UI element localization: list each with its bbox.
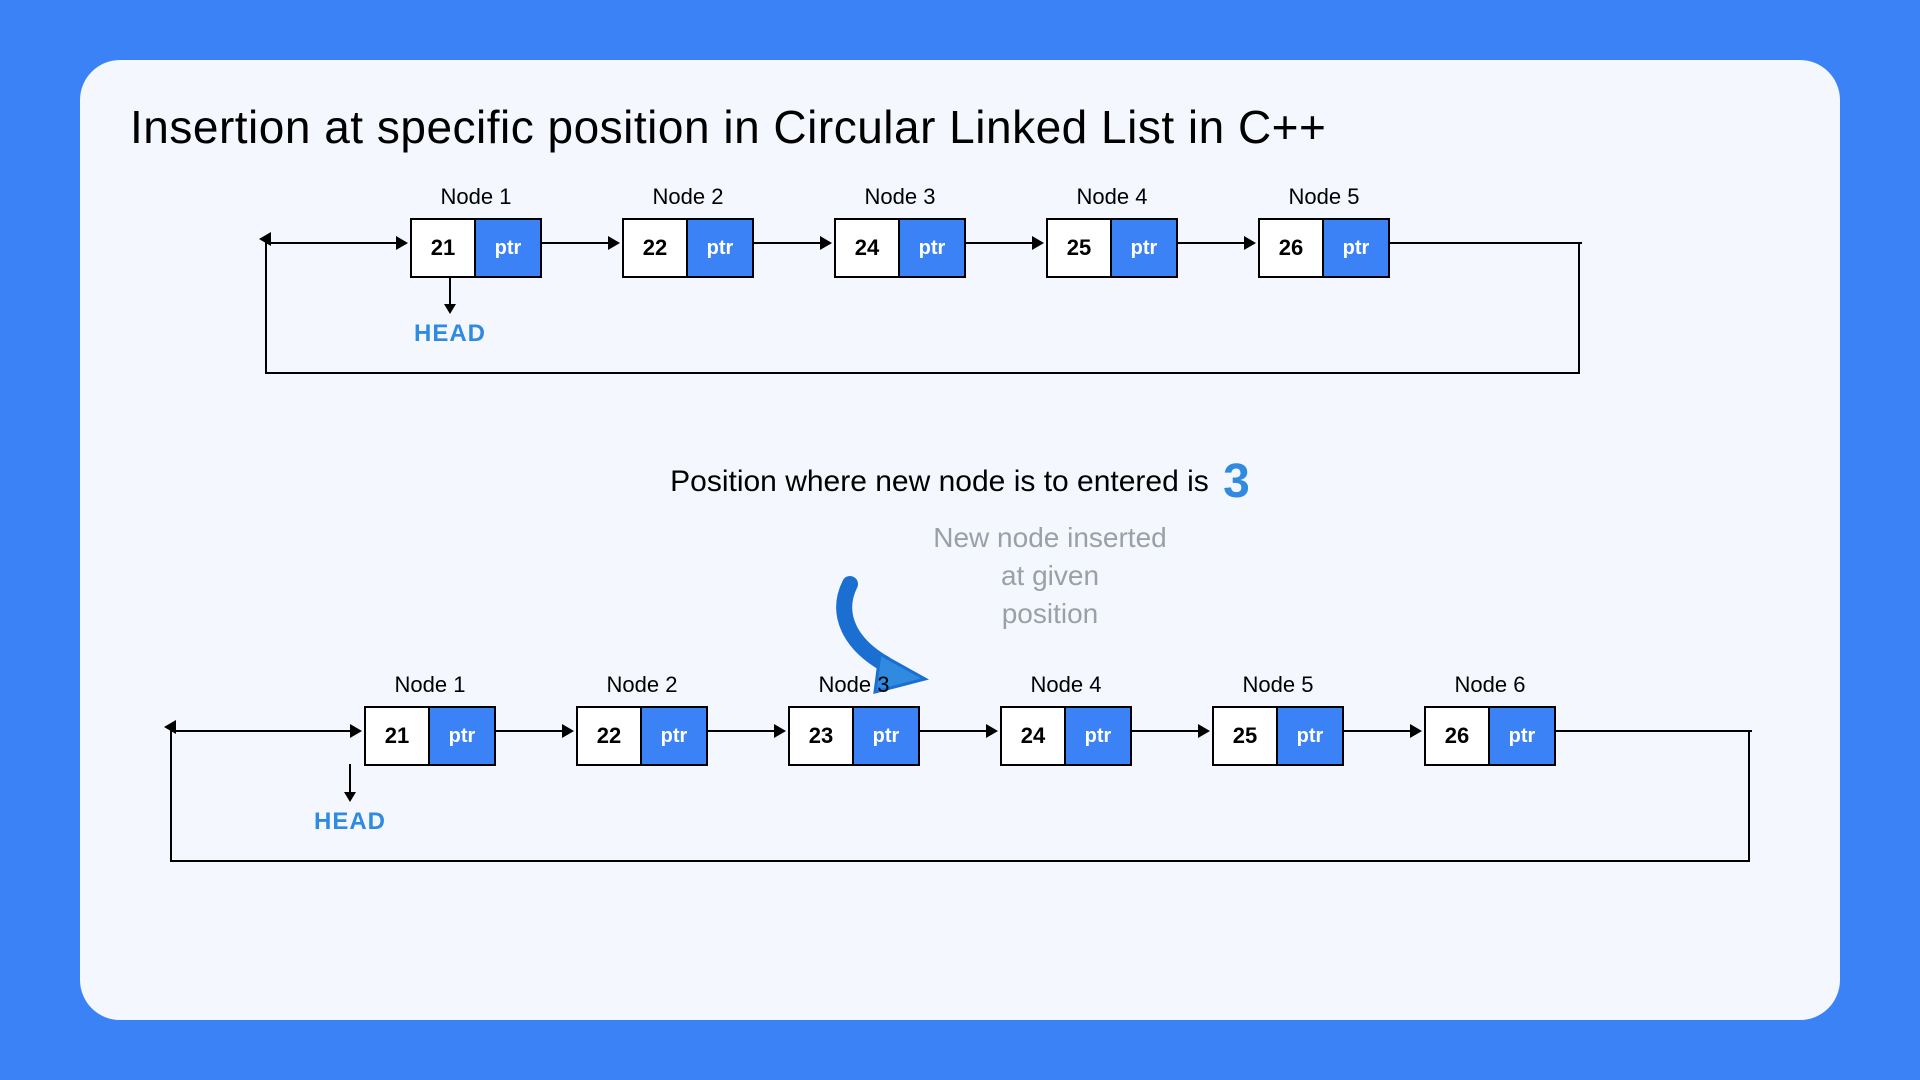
link-arrow [1556,730,1752,732]
insert-note: New node inserted at given position [220,519,1880,632]
circular-link-after [170,732,1750,862]
node-label: Node 2 [607,672,678,698]
link-arrow [170,730,360,732]
node-label: Node 4 [1077,184,1148,210]
node-label: Node 1 [441,184,512,210]
link-arrow [1390,242,1582,244]
list-before: Node 121ptrNode 222ptrNode 324ptrNode 42… [130,184,1790,404]
head-marker-after: HEAD [314,764,386,836]
position-caption: Position where new node is to entered is… [130,454,1790,509]
link-arrow [966,242,1042,244]
page-title: Insertion at specific position in Circul… [130,100,1790,154]
head-marker-before: HEAD [414,276,486,348]
link-arrow [1132,730,1208,732]
link-arrow [542,242,618,244]
node-label: Node 3 [865,184,936,210]
list-after: Node 121ptrNode 222ptrNode 323ptrNode 42… [130,672,1790,892]
link-arrow [1344,730,1420,732]
node-label: Node 2 [653,184,724,210]
insert-position-value: 3 [1223,455,1250,508]
node-label: Node 5 [1289,184,1360,210]
link-arrow [496,730,572,732]
node-label: Node 3 [819,672,890,698]
link-arrow [1178,242,1254,244]
diagram-area: Node 121ptrNode 222ptrNode 324ptrNode 42… [130,184,1790,892]
link-arrow [920,730,996,732]
link-arrow [754,242,830,244]
diagram-canvas: Insertion at specific position in Circul… [80,60,1840,1020]
node-label: Node 5 [1243,672,1314,698]
node-label: Node 1 [395,672,466,698]
link-arrow [708,730,784,732]
link-arrow [265,242,406,244]
node-label: Node 4 [1031,672,1102,698]
node-label: Node 6 [1455,672,1526,698]
